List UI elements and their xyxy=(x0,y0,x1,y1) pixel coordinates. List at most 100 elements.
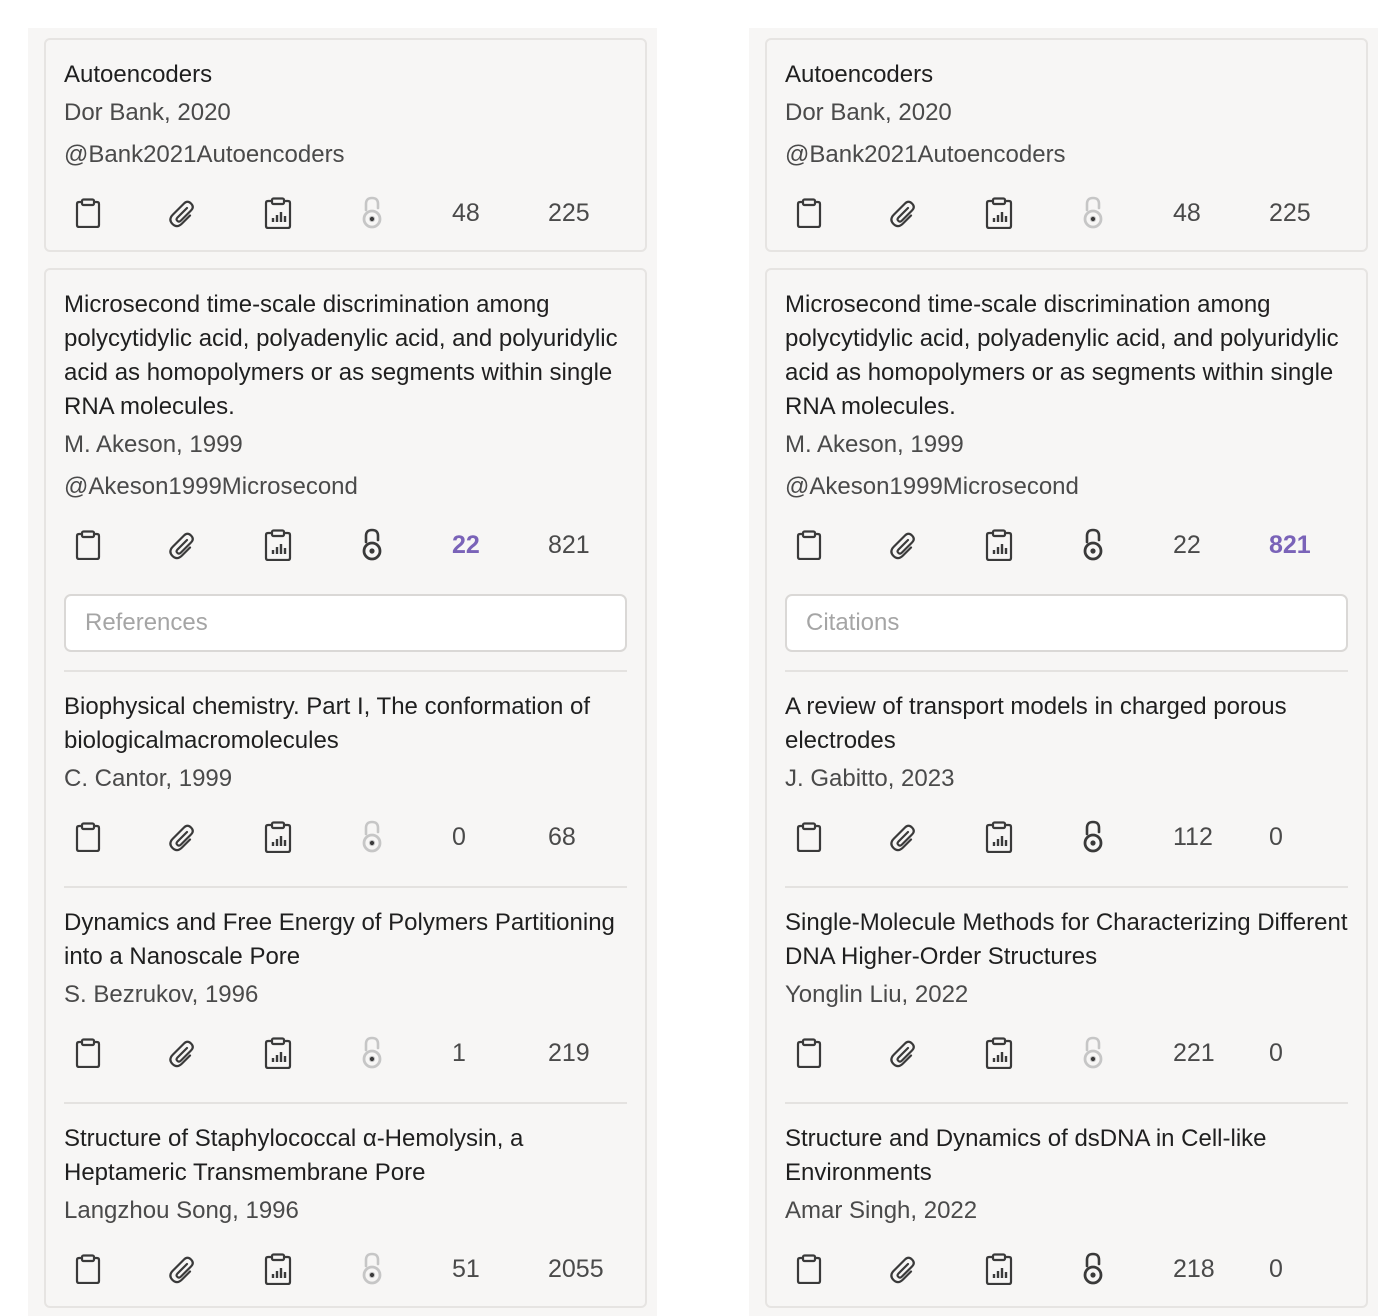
open-access-icon[interactable] xyxy=(349,800,395,874)
paper-toolbar: 22 821 xyxy=(785,508,1348,582)
report-icon[interactable] xyxy=(976,1232,1022,1306)
paper-toolbar: 48 225 xyxy=(785,176,1348,250)
paper-title: Microsecond time-scale discrimination am… xyxy=(64,291,618,420)
citations-list: A review of transport models in charged … xyxy=(785,672,1348,1306)
report-icon[interactable] xyxy=(976,176,1022,250)
references-count[interactable]: 0 xyxy=(452,800,466,874)
paper-card-autoencoders[interactable]: Autoencoders Dor Bank, 2020 @Bank2021Aut… xyxy=(765,38,1368,252)
open-access-icon[interactable] xyxy=(349,1016,395,1090)
report-icon[interactable] xyxy=(976,508,1022,582)
report-icon[interactable] xyxy=(255,800,301,874)
item-author-year: S. Bezrukov, 1996 xyxy=(64,981,259,1008)
citation-key: @Akeson1999Microsecond xyxy=(64,473,358,500)
paperclip-icon[interactable] xyxy=(158,1016,204,1090)
item-title: Biophysical chemistry. Part I, The confo… xyxy=(64,693,590,754)
paperclip-icon[interactable] xyxy=(879,1016,925,1090)
report-icon[interactable] xyxy=(255,176,301,250)
report-icon[interactable] xyxy=(255,1232,301,1306)
clipboard-icon[interactable] xyxy=(786,1016,832,1090)
references-count[interactable]: 1 xyxy=(452,1016,466,1090)
open-access-icon[interactable] xyxy=(1070,1232,1116,1306)
list-item[interactable]: A review of transport models in charged … xyxy=(785,672,1348,874)
open-access-icon[interactable] xyxy=(1070,800,1116,874)
paper-title: Autoencoders xyxy=(785,61,934,88)
paper-title: Microsecond time-scale discrimination am… xyxy=(785,291,1339,420)
paperclip-icon[interactable] xyxy=(158,1232,204,1306)
paperclip-icon[interactable] xyxy=(879,176,925,250)
citation-key: @Bank2021Autoencoders xyxy=(785,141,1066,168)
citations-count[interactable]: 0 xyxy=(1269,1232,1283,1306)
paperclip-icon[interactable] xyxy=(879,1232,925,1306)
item-author-year: Yonglin Liu, 2022 xyxy=(785,981,969,1008)
list-item[interactable]: Dynamics and Free Energy of Polymers Par… xyxy=(64,888,627,1090)
citations-count[interactable]: 821 xyxy=(1269,508,1311,582)
report-icon[interactable] xyxy=(255,1016,301,1090)
item-toolbar: 112 0 xyxy=(785,800,1348,874)
item-title: Single-Molecule Methods for Characterizi… xyxy=(785,909,1348,970)
clipboard-icon[interactable] xyxy=(65,508,111,582)
citation-key: @Akeson1999Microsecond xyxy=(785,473,1079,500)
paper-author-year: M. Akeson, 1999 xyxy=(64,431,243,458)
citations-count[interactable]: 2055 xyxy=(548,1232,604,1306)
list-item[interactable]: Biophysical chemistry. Part I, The confo… xyxy=(64,672,627,874)
item-title: Structure and Dynamics of dsDNA in Cell-… xyxy=(785,1125,1267,1186)
references-search-input[interactable] xyxy=(83,608,625,638)
references-count[interactable]: 22 xyxy=(1173,508,1201,582)
open-access-icon[interactable] xyxy=(1070,1016,1116,1090)
item-toolbar: 0 68 xyxy=(64,800,627,874)
clipboard-icon[interactable] xyxy=(65,176,111,250)
open-access-icon[interactable] xyxy=(349,176,395,250)
open-access-icon[interactable] xyxy=(349,508,395,582)
paper-toolbar: 22 821 xyxy=(64,508,627,582)
paperclip-icon[interactable] xyxy=(158,176,204,250)
paper-toolbar: 48 225 xyxy=(64,176,627,250)
paper-card-autoencoders[interactable]: Autoencoders Dor Bank, 2020 @Bank2021Aut… xyxy=(44,38,647,252)
references-count[interactable]: 51 xyxy=(452,1232,480,1306)
item-toolbar: 221 0 xyxy=(785,1016,1348,1090)
paper-author-year: Dor Bank, 2020 xyxy=(64,99,231,126)
citations-count[interactable]: 219 xyxy=(548,1016,590,1090)
citations-count[interactable]: 225 xyxy=(1269,176,1311,250)
references-count[interactable]: 218 xyxy=(1173,1232,1215,1306)
report-icon[interactable] xyxy=(976,1016,1022,1090)
open-access-icon[interactable] xyxy=(349,1232,395,1306)
clipboard-icon[interactable] xyxy=(786,176,832,250)
citations-count[interactable]: 0 xyxy=(1269,1016,1283,1090)
references-count[interactable]: 112 xyxy=(1173,800,1213,874)
references-count[interactable]: 48 xyxy=(452,176,480,250)
report-icon[interactable] xyxy=(255,508,301,582)
paperclip-icon[interactable] xyxy=(158,508,204,582)
open-access-icon[interactable] xyxy=(1070,508,1116,582)
citations-count[interactable]: 68 xyxy=(548,800,576,874)
report-icon[interactable] xyxy=(976,800,1022,874)
citations-count[interactable]: 821 xyxy=(548,508,590,582)
citations-search-input[interactable] xyxy=(804,608,1346,638)
left-panel: Autoencoders Dor Bank, 2020 @Bank2021Aut… xyxy=(28,28,657,1316)
citations-count[interactable]: 0 xyxy=(1269,800,1283,874)
citations-count[interactable]: 225 xyxy=(548,176,590,250)
clipboard-icon[interactable] xyxy=(786,508,832,582)
paper-card-akeson[interactable]: Microsecond time-scale discrimination am… xyxy=(44,268,647,1308)
paperclip-icon[interactable] xyxy=(879,800,925,874)
list-item[interactable]: Single-Molecule Methods for Characterizi… xyxy=(785,888,1348,1090)
clipboard-icon[interactable] xyxy=(786,1232,832,1306)
item-author-year: C. Cantor, 1999 xyxy=(64,765,233,792)
references-count[interactable]: 221 xyxy=(1173,1016,1215,1090)
open-access-icon[interactable] xyxy=(1070,176,1116,250)
paperclip-icon[interactable] xyxy=(158,800,204,874)
clipboard-icon[interactable] xyxy=(65,1016,111,1090)
list-item[interactable]: Structure and Dynamics of dsDNA in Cell-… xyxy=(785,1104,1348,1306)
citations-search-box[interactable] xyxy=(785,594,1348,652)
paperclip-icon[interactable] xyxy=(879,508,925,582)
clipboard-icon[interactable] xyxy=(65,1232,111,1306)
right-panel: Autoencoders Dor Bank, 2020 @Bank2021Aut… xyxy=(749,28,1378,1316)
clipboard-icon[interactable] xyxy=(65,800,111,874)
clipboard-icon[interactable] xyxy=(786,800,832,874)
references-count[interactable]: 22 xyxy=(452,508,480,582)
list-item[interactable]: Structure of Staphylococcal α-Hemolysin,… xyxy=(64,1104,627,1306)
paper-card-akeson[interactable]: Microsecond time-scale discrimination am… xyxy=(765,268,1368,1308)
references-count[interactable]: 48 xyxy=(1173,176,1201,250)
references-search-box[interactable] xyxy=(64,594,627,652)
paper-author-year: M. Akeson, 1999 xyxy=(785,431,964,458)
item-title: Dynamics and Free Energy of Polymers Par… xyxy=(64,909,615,970)
